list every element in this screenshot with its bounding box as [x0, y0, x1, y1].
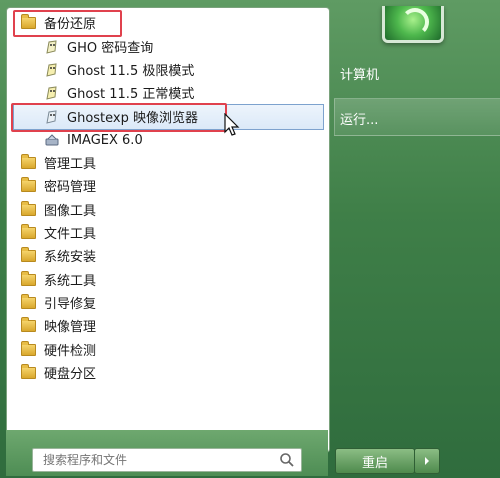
- folder-icon: [21, 223, 36, 239]
- folder-label: 映像管理: [44, 320, 97, 335]
- imagex-icon: [44, 133, 60, 149]
- avatar-swirl-icon: [401, 8, 429, 36]
- folder-system-tools[interactable]: 系统工具: [21, 268, 96, 291]
- menu-item-label: Ghost 11.5 正常模式: [67, 87, 195, 102]
- folder-label: 文件工具: [44, 227, 97, 242]
- user-avatar[interactable]: [382, 6, 444, 43]
- folder-icon: [21, 363, 36, 379]
- highlight-box-ghostexp: [11, 103, 227, 132]
- menu-item-ghost-extreme[interactable]: Ghost 11.5 极限模式: [44, 58, 194, 81]
- folder-label: 系统安装: [44, 250, 97, 265]
- folder-label: 硬盘分区: [44, 367, 97, 382]
- menu-item-label: IMAGEX 6.0: [67, 133, 143, 148]
- folder-icon: [21, 176, 36, 192]
- folder-icon: [21, 200, 36, 216]
- menu-item-label: Ghost 11.5 极限模式: [67, 64, 195, 79]
- highlight-box-folder: [13, 10, 122, 37]
- folder-boot-repair[interactable]: 引导修复: [21, 291, 96, 314]
- ghost-icon: [44, 85, 60, 101]
- folder-label: 管理工具: [44, 157, 97, 172]
- folder-icon: [21, 270, 36, 286]
- search-box[interactable]: [32, 448, 302, 472]
- run-link[interactable]: 运行...: [340, 109, 378, 128]
- mouse-cursor-icon: [224, 113, 240, 136]
- menu-item-imagex[interactable]: IMAGEX 6.0: [44, 129, 143, 152]
- folder-icon: [21, 316, 36, 332]
- folder-system-install[interactable]: 系统安装: [21, 244, 96, 267]
- shutdown-options-button[interactable]: [414, 448, 440, 474]
- computer-link[interactable]: 计算机: [340, 64, 379, 83]
- folder-label: 图像工具: [44, 204, 97, 219]
- folder-label: 硬件检测: [44, 344, 97, 359]
- folder-label: 密码管理: [44, 180, 97, 195]
- menu-item-label: GHO 密码查询: [67, 41, 154, 56]
- folder-management-tools[interactable]: 管理工具: [21, 151, 96, 174]
- folder-image-management[interactable]: 映像管理: [21, 314, 96, 337]
- ghost-icon: [44, 39, 60, 55]
- folder-icon: [21, 153, 36, 169]
- folder-label: 引导修复: [44, 297, 97, 312]
- search-input[interactable]: [41, 449, 275, 471]
- folder-label: 系统工具: [44, 274, 97, 289]
- folder-file-tools[interactable]: 文件工具: [21, 221, 96, 244]
- restart-button[interactable]: 重启: [335, 448, 415, 474]
- folder-image-tools[interactable]: 图像工具: [21, 198, 96, 221]
- folder-password-management[interactable]: 密码管理: [21, 174, 96, 197]
- folder-icon: [21, 340, 36, 356]
- folder-icon: [21, 246, 36, 262]
- folder-hardware-detect[interactable]: 硬件检测: [21, 338, 96, 361]
- folder-disk-partition[interactable]: 硬盘分区: [21, 361, 96, 384]
- folder-icon: [21, 293, 36, 309]
- search-icon[interactable]: [279, 452, 295, 468]
- ghost-icon: [44, 62, 60, 78]
- menu-item-gho-password[interactable]: GHO 密码查询: [44, 35, 153, 58]
- menu-item-ghost-normal[interactable]: Ghost 11.5 正常模式: [44, 81, 194, 104]
- chevron-right-icon: [425, 457, 429, 465]
